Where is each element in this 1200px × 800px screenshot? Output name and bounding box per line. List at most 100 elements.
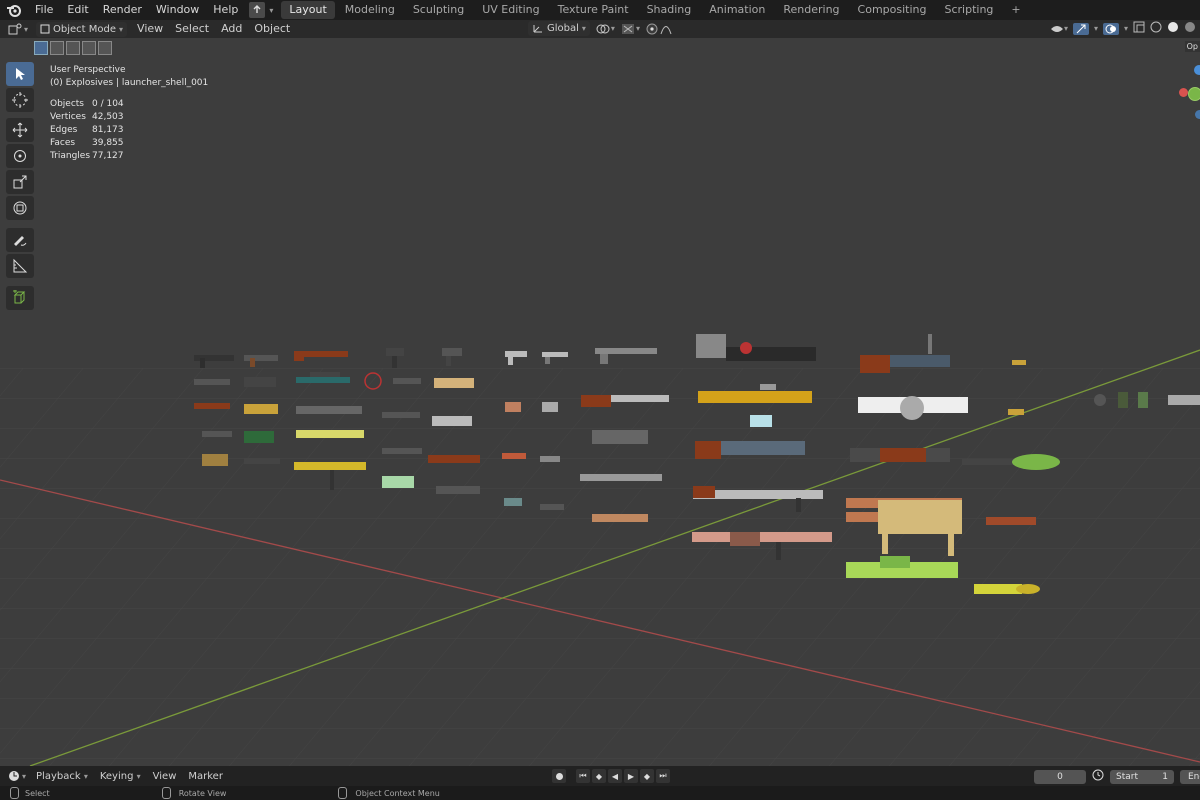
tab-shading[interactable]: Shading <box>639 1 700 19</box>
scale-tool-button[interactable] <box>6 170 34 194</box>
asset[interactable] <box>432 416 472 426</box>
asset[interactable] <box>382 448 422 454</box>
menu-help[interactable]: Help <box>206 0 245 20</box>
xray-icon[interactable] <box>1133 21 1145 36</box>
asset[interactable] <box>244 458 280 464</box>
jump-start-button[interactable]: ⏮ <box>576 769 590 783</box>
asset[interactable] <box>194 403 230 409</box>
asset[interactable] <box>502 453 526 459</box>
gizmo-z-axis[interactable] <box>1194 65 1200 75</box>
asset[interactable] <box>505 402 521 412</box>
asset[interactable] <box>393 378 421 384</box>
gizmo-neg-axis[interactable] <box>1195 110 1200 119</box>
asset[interactable] <box>542 402 558 412</box>
menu-edit[interactable]: Edit <box>60 0 95 20</box>
menu-file[interactable]: File <box>28 0 60 20</box>
visibility-icon[interactable]: ▾ <box>1050 23 1068 35</box>
tab-rendering[interactable]: Rendering <box>775 1 847 19</box>
asset[interactable] <box>434 378 474 388</box>
timeline-editor-icon[interactable]: ▾ <box>4 770 30 782</box>
add-cube-tool-button[interactable] <box>6 286 34 310</box>
timeline-menu-playback[interactable]: Playback ▾ <box>30 771 94 782</box>
record-button[interactable] <box>552 769 566 783</box>
chevron-down-icon[interactable]: ▾ <box>1124 24 1128 33</box>
mode-dropdown[interactable]: Object Mode ▾ <box>36 21 128 37</box>
asset[interactable] <box>382 476 414 488</box>
play-button[interactable]: ▶ <box>624 769 638 783</box>
asset[interactable] <box>1008 409 1024 415</box>
grenade-asset[interactable] <box>1138 392 1148 408</box>
tab-compositing[interactable]: Compositing <box>850 1 935 19</box>
tab-sculpting[interactable]: Sculpting <box>405 1 472 19</box>
navigation-gizmo[interactable]: Op <box>1176 38 1200 119</box>
transform-tool-button[interactable] <box>6 196 34 220</box>
wireframe-shading-icon[interactable] <box>1150 21 1162 36</box>
asset[interactable] <box>202 431 232 437</box>
asset[interactable] <box>692 532 832 542</box>
minigun-asset[interactable] <box>696 334 726 358</box>
asset[interactable] <box>296 430 364 438</box>
gizmo-y-axis[interactable] <box>1188 87 1200 101</box>
timeline-menu-view[interactable]: View <box>147 771 183 782</box>
asset[interactable] <box>542 352 568 357</box>
asset[interactable] <box>244 377 276 387</box>
measure-tool-button[interactable] <box>6 254 34 278</box>
asset[interactable] <box>436 486 480 494</box>
3d-viewport[interactable]: User Perspective (0) Explosives | launch… <box>0 38 1200 766</box>
asset[interactable] <box>244 404 278 414</box>
header-menu-view[interactable]: View <box>131 20 169 38</box>
asset[interactable] <box>428 455 480 463</box>
asset[interactable] <box>595 348 657 354</box>
snap-icon[interactable]: ▾ <box>621 23 640 35</box>
asset[interactable] <box>580 474 662 481</box>
header-menu-add[interactable]: Add <box>215 20 248 38</box>
editor-type-icon[interactable]: ▾ <box>4 23 32 35</box>
proportional-edit-icon[interactable] <box>646 23 672 35</box>
asset[interactable] <box>592 430 648 444</box>
asset[interactable] <box>294 462 366 470</box>
asset[interactable] <box>505 351 527 357</box>
shell-asset[interactable] <box>974 584 1022 594</box>
tab-uv-editing[interactable]: UV Editing <box>474 1 547 19</box>
menu-render[interactable]: Render <box>96 0 149 20</box>
chevron-down-icon[interactable]: ▾ <box>269 6 273 15</box>
rocket-asset[interactable] <box>962 459 1018 465</box>
gizmo-toggle-icon[interactable] <box>1072 22 1089 35</box>
asset[interactable] <box>244 431 274 443</box>
asset[interactable] <box>504 498 522 506</box>
asset[interactable] <box>540 504 564 510</box>
cursor-tool-button[interactable] <box>6 88 34 112</box>
pivot-icon[interactable]: ▾ <box>596 23 615 35</box>
tab-layout[interactable]: Layout <box>281 1 335 19</box>
asset[interactable] <box>986 517 1036 525</box>
menu-window[interactable]: Window <box>149 0 206 20</box>
end-frame-field[interactable]: End <box>1180 769 1200 784</box>
asset[interactable] <box>540 456 560 462</box>
header-menu-object[interactable]: Object <box>248 20 296 38</box>
gizmo-x-axis[interactable] <box>1179 88 1188 97</box>
blender-logo-icon[interactable] <box>6 2 22 18</box>
asset[interactable] <box>698 391 812 403</box>
transform-orientation-dropdown[interactable]: Global ▾ <box>528 21 590 36</box>
timeline-menu-keying[interactable]: Keying ▾ <box>94 771 147 782</box>
move-tool-button[interactable] <box>6 118 34 142</box>
asset[interactable] <box>382 412 420 418</box>
asset[interactable] <box>296 406 362 414</box>
grenade-asset[interactable] <box>1118 392 1128 408</box>
chevron-down-icon[interactable]: ▾ <box>1094 24 1098 33</box>
next-keyframe-button[interactable]: ◆ <box>640 769 654 783</box>
asset[interactable] <box>244 355 278 361</box>
solid-shading-icon[interactable] <box>1167 21 1179 36</box>
asset[interactable] <box>386 348 404 356</box>
grenade-asset[interactable] <box>1094 394 1106 406</box>
asset[interactable] <box>1012 360 1026 365</box>
play-reverse-button[interactable]: ◀ <box>608 769 622 783</box>
asset[interactable] <box>592 514 648 522</box>
current-frame-field[interactable]: 0 <box>1034 769 1086 784</box>
tab-animation[interactable]: Animation <box>701 1 773 19</box>
prev-keyframe-button[interactable]: ◆ <box>592 769 606 783</box>
asset[interactable] <box>1168 395 1200 405</box>
timeline-menu-marker[interactable]: Marker <box>182 771 229 782</box>
asset[interactable] <box>442 348 462 356</box>
asset[interactable] <box>202 454 228 466</box>
